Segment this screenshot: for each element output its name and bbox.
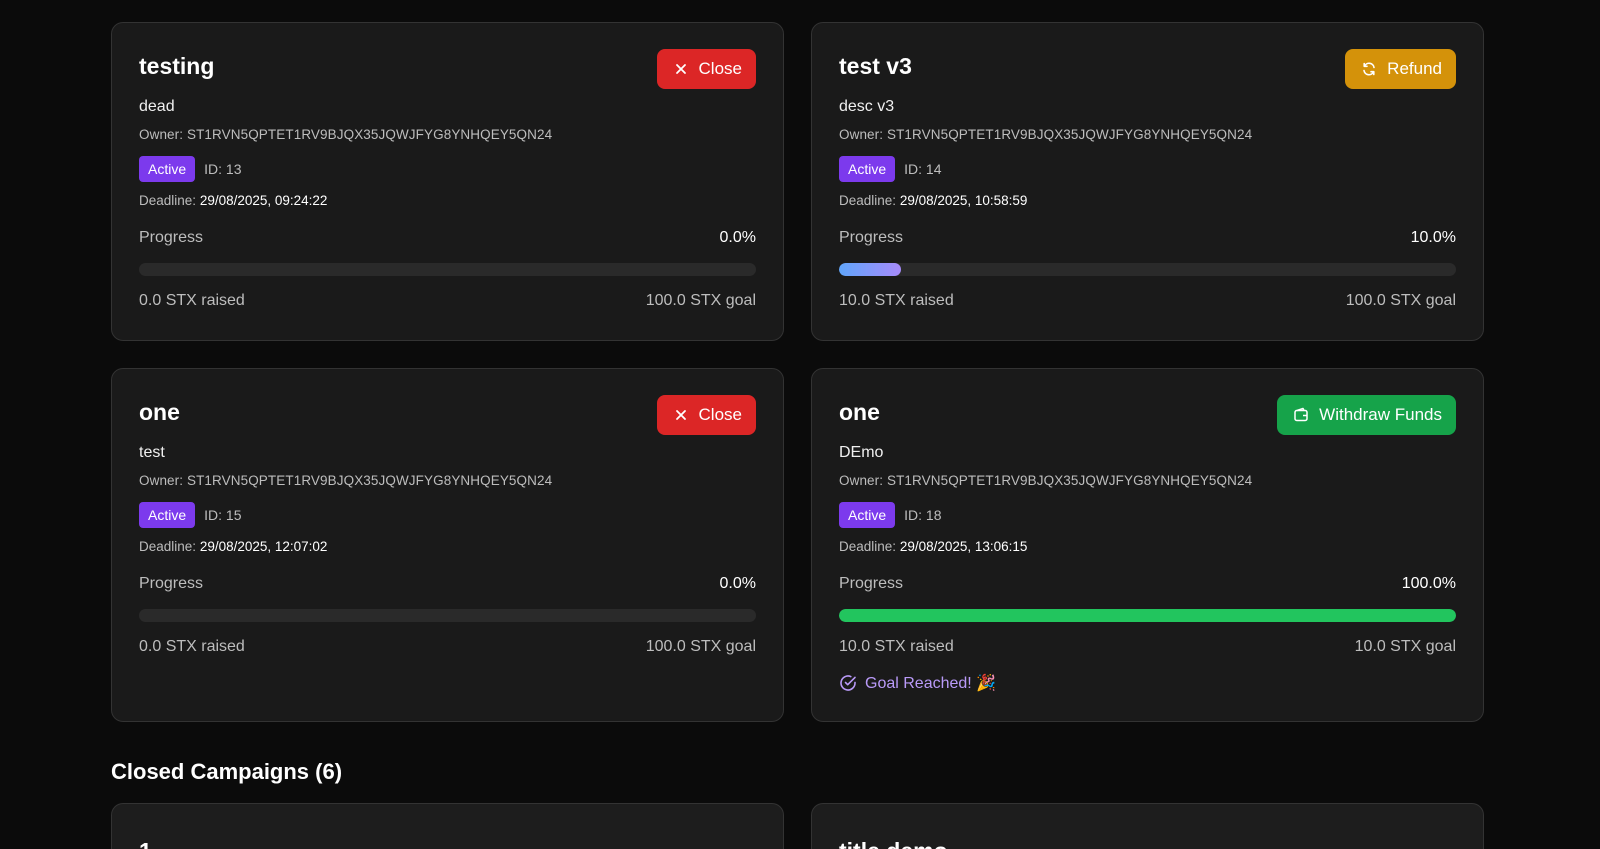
campaign-id: ID: 13	[204, 161, 242, 177]
amount-raised: 0.0 STX raised	[139, 638, 245, 655]
campaign-description: test	[139, 444, 165, 461]
campaign-card: test v3 Refund desc v3 Owner: ST1RVN5QPT…	[811, 22, 1484, 341]
amount-goal: 100.0 STX goal	[645, 292, 756, 309]
campaign-deadline: Deadline: 29/08/2025, 10:58:59	[839, 193, 1456, 208]
progress-bar	[139, 609, 756, 622]
progress-fill	[839, 263, 901, 276]
closed-campaigns-grid: 1 title demo	[111, 803, 1484, 849]
button-label: Close	[698, 405, 742, 424]
closed-campaign-card: title demo	[811, 803, 1484, 849]
campaign-card: one Withdraw Funds DEmo Owner: ST1RVN5QP…	[811, 368, 1484, 722]
refresh-icon	[1363, 62, 1375, 76]
progress-label: Progress	[839, 575, 904, 592]
owner-address: ST1RVN5QPTET1RV9BJQX35JQWJFYG8YNHQEY5QN2…	[886, 473, 1253, 488]
campaign-title: one	[839, 399, 880, 425]
campaign-title: testing	[139, 53, 215, 79]
campaign-owner: Owner: ST1RVN5QPTET1RV9BJQX35JQWJFYG8YNH…	[839, 473, 1456, 488]
campaign-title: title demo	[839, 837, 1456, 849]
progress-bar	[839, 609, 1456, 622]
x-icon	[675, 410, 686, 420]
progress-percent: 100.0%	[1401, 575, 1456, 592]
amount-raised: 10.0 STX raised	[839, 638, 954, 655]
progress-bar	[139, 263, 756, 276]
button-label: Refund	[1387, 59, 1442, 78]
withdraw-funds-button[interactable]: Withdraw Funds	[1277, 395, 1456, 435]
campaigns-page: testing Close dead Owner: ST1RVN5QPTET1R…	[0, 0, 1600, 849]
deadline-value: 29/08/2025, 13:06:15	[899, 539, 1028, 554]
status-badge: Active	[139, 502, 196, 528]
deadline-value: 29/08/2025, 10:58:59	[899, 193, 1028, 208]
close-campaign-button[interactable]: Close	[656, 395, 756, 435]
progress-percent: 0.0%	[719, 229, 756, 246]
owner-label: Owner:	[139, 127, 184, 142]
progress-percent: 0.0%	[719, 575, 756, 592]
campaign-id: ID: 15	[204, 507, 242, 523]
amount-raised: 0.0 STX raised	[139, 292, 245, 309]
owner-label: Owner:	[839, 127, 884, 142]
refund-button[interactable]: Refund	[1345, 49, 1456, 89]
campaign-deadline: Deadline: 29/08/2025, 13:06:15	[839, 539, 1456, 554]
progress-percent: 10.0%	[1410, 229, 1456, 246]
status-badge: Active	[139, 156, 196, 182]
progress-fill	[839, 609, 1456, 622]
deadline-value: 29/08/2025, 09:24:22	[199, 193, 328, 208]
progress-label: Progress	[139, 229, 204, 246]
owner-label: Owner:	[139, 473, 184, 488]
campaign-title: 1	[139, 837, 756, 849]
campaign-owner: Owner: ST1RVN5QPTET1RV9BJQX35JQWJFYG8YNH…	[139, 127, 756, 142]
deadline-label: Deadline:	[139, 193, 197, 208]
campaign-card: one Close test Owner: ST1RVN5QPTET1RV9BJ…	[111, 368, 784, 722]
amount-goal: 10.0 STX goal	[1354, 638, 1456, 655]
x-icon	[675, 64, 686, 74]
button-label: Close	[698, 59, 742, 78]
active-campaigns-grid: testing Close dead Owner: ST1RVN5QPTET1R…	[111, 22, 1484, 722]
amount-raised: 10.0 STX raised	[839, 292, 954, 309]
amount-goal: 100.0 STX goal	[645, 638, 756, 655]
button-label: Withdraw Funds	[1319, 405, 1442, 424]
campaign-title: one	[139, 399, 180, 425]
campaign-id: ID: 18	[904, 507, 942, 523]
deadline-label: Deadline:	[839, 193, 897, 208]
close-campaign-button[interactable]: Close	[656, 49, 756, 89]
owner-address: ST1RVN5QPTET1RV9BJQX35JQWJFYG8YNHQEY5QN2…	[186, 127, 553, 142]
goal-reached-text: Goal Reached! 🎉	[865, 675, 997, 692]
campaign-deadline: Deadline: 29/08/2025, 09:24:22	[139, 193, 756, 208]
closed-campaigns-heading: Closed Campaigns (6)	[111, 759, 343, 784]
deadline-value: 29/08/2025, 12:07:02	[199, 539, 328, 554]
check-circle-icon	[840, 675, 856, 691]
progress-bar	[839, 263, 1456, 276]
campaign-id: ID: 14	[904, 161, 942, 177]
status-badge: Active	[839, 156, 896, 182]
closed-campaign-card: 1	[111, 803, 784, 849]
wallet-icon	[1294, 407, 1308, 422]
campaign-description: dead	[139, 98, 175, 115]
campaign-owner: Owner: ST1RVN5QPTET1RV9BJQX35JQWJFYG8YNH…	[839, 127, 1456, 142]
owner-label: Owner:	[839, 473, 884, 488]
goal-reached-notice: Goal Reached! 🎉	[839, 673, 1456, 693]
owner-address: ST1RVN5QPTET1RV9BJQX35JQWJFYG8YNHQEY5QN2…	[186, 473, 553, 488]
amount-goal: 100.0 STX goal	[1345, 292, 1456, 309]
progress-label: Progress	[839, 229, 904, 246]
campaign-description: desc v3	[839, 98, 895, 115]
campaign-card: testing Close dead Owner: ST1RVN5QPTET1R…	[111, 22, 784, 341]
campaign-owner: Owner: ST1RVN5QPTET1RV9BJQX35JQWJFYG8YNH…	[139, 473, 756, 488]
deadline-label: Deadline:	[139, 539, 197, 554]
deadline-label: Deadline:	[839, 539, 897, 554]
status-badge: Active	[839, 502, 896, 528]
campaign-title: test v3	[839, 53, 912, 79]
campaign-deadline: Deadline: 29/08/2025, 12:07:02	[139, 539, 756, 554]
campaign-description: DEmo	[839, 444, 884, 461]
owner-address: ST1RVN5QPTET1RV9BJQX35JQWJFYG8YNHQEY5QN2…	[886, 127, 1253, 142]
progress-label: Progress	[139, 575, 204, 592]
